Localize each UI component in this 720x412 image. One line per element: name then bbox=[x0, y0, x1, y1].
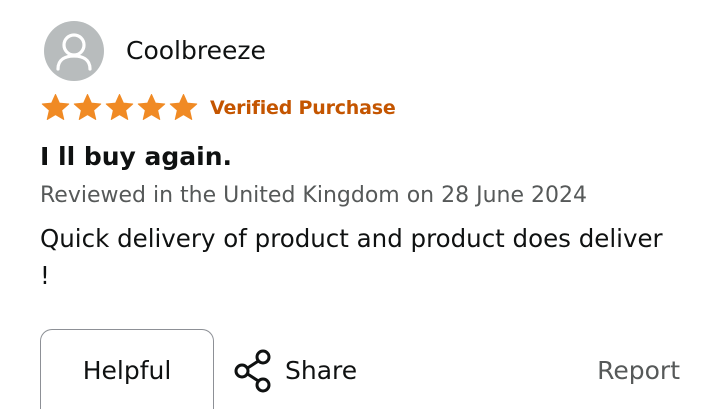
review-meta: Reviewed in the United Kingdom on 28 Jun… bbox=[40, 183, 587, 208]
report-link[interactable]: Report bbox=[597, 347, 680, 395]
share-label: Share bbox=[285, 356, 358, 385]
share-button[interactable]: Share bbox=[233, 347, 357, 395]
review-actions: Helpful Share Report bbox=[40, 329, 680, 409]
verified-purchase-badge: Verified Purchase bbox=[210, 97, 396, 119]
reviewer-profile[interactable]: Coolbreeze bbox=[44, 21, 266, 81]
star-icon bbox=[105, 94, 134, 120]
star-icon bbox=[169, 94, 198, 120]
star-icon bbox=[41, 94, 70, 120]
review-title[interactable]: I ll buy again. bbox=[40, 140, 232, 174]
star-rating[interactable] bbox=[40, 93, 200, 123]
share-icon bbox=[234, 349, 271, 393]
avatar[interactable] bbox=[44, 21, 104, 81]
helpful-button[interactable]: Helpful bbox=[40, 329, 214, 409]
rating-row: Verified Purchase bbox=[40, 93, 396, 123]
reviewer-name[interactable]: Coolbreeze bbox=[126, 36, 266, 66]
star-icon bbox=[73, 94, 102, 120]
review-body: Quick delivery of product and product do… bbox=[40, 224, 663, 290]
user-icon bbox=[56, 33, 92, 71]
review-card: Coolbreeze Verified Purchase I ll buy ag… bbox=[0, 0, 720, 409]
star-icon bbox=[137, 94, 166, 120]
